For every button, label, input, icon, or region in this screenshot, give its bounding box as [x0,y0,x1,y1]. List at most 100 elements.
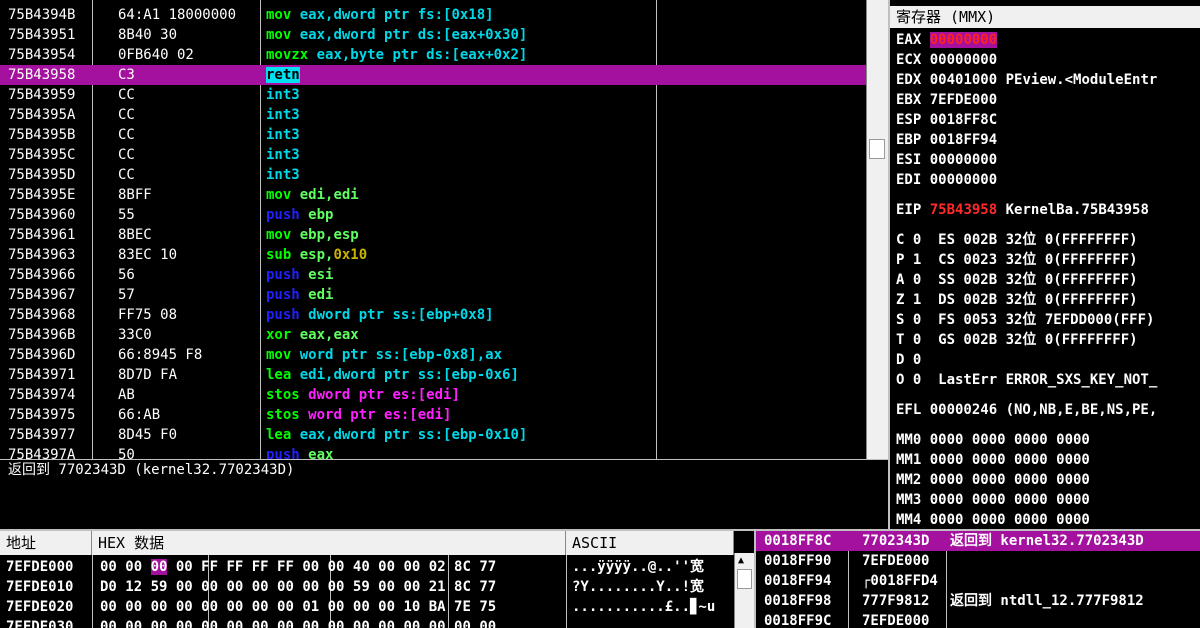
registers-title[interactable]: 寄存器 (MMX) [890,6,1200,28]
stack-value[interactable]: 777F9812 [862,591,929,611]
dump-row[interactable]: 7EFDE000 00 00 00 00 FF FF FF FF 00 00 40… [0,557,734,577]
flag-segment-row[interactable]: C 0 ES 002B 32位 0(FFFFFFFF) [896,230,1138,250]
register-eax[interactable]: EAX 00000000 [896,30,998,50]
register-value[interactable]: 00000000 [930,152,997,168]
register-value[interactable]: 75B43958 [930,202,997,218]
stack-value[interactable]: 7EFDE000 [862,551,929,571]
register-value[interactable]: 0018FF8C [930,112,997,128]
memory-dump-pane[interactable]: 地址 HEX 数据 ASCII 7EFDE000 00 00 00 00 FF F… [0,529,754,628]
disasm-row[interactable]: 75B43954 0FB640 02 movzx eax,byte ptr ds:[… [0,45,866,65]
disasm-row[interactable]: 75B4395B CC int3 [0,125,866,145]
flag-segment-row[interactable]: O 0 LastErr ERROR_SXS_KEY_NOT_ [896,370,1157,390]
register-esp[interactable]: ESP 0018FF8C [896,110,997,130]
register-mmx[interactable]: MM4 0000 0000 0000 0000 [896,510,1090,529]
register-value[interactable]: 00000000 [929,32,998,48]
scrollbar-thumb[interactable] [737,569,752,589]
disasm-row[interactable]: 75B4396B 33C0 xor eax,eax [0,325,866,345]
stack-address[interactable]: 0018FF90 [764,551,831,571]
dump-ascii[interactable]: ?Y........Y..!宽 [572,577,704,597]
flag-segment-row[interactable]: S 0 FS 0053 32位 7EFDD000(FFF) [896,310,1154,330]
dump-header-hex[interactable]: HEX 数据 [92,531,566,555]
disasm-row[interactable]: 75B43959 CC int3 [0,85,866,105]
stack-pane[interactable]: 0018FF8C 7702343D 返回到 kernel32.7702343D 001… [754,529,1200,628]
dump-header-address[interactable]: 地址 [0,531,92,555]
disasm-row[interactable]: 75B43958 C3 retn [0,65,866,85]
scroll-up-icon[interactable]: ▲ [738,555,744,566]
register-mmx[interactable]: MM3 0000 0000 0000 0000 [896,490,1090,510]
disasm-row[interactable]: 75B4397A 50 push eax [0,445,866,459]
flag-segment-row[interactable]: Z 1 DS 002B 32位 0(FFFFFFFF) [896,290,1138,310]
dump-address[interactable]: 7EFDE030 [6,617,73,628]
register-efl[interactable]: EFL 00000246 (NO,NB,E,BE,NS,PE, [896,400,1157,420]
instruction-address[interactable]: 75B43963 [8,245,75,265]
instruction-address[interactable]: 75B43958 [8,65,75,85]
instruction-address[interactable]: 75B43977 [8,425,75,445]
instruction-address[interactable]: 75B4395E [8,185,75,205]
instruction-address[interactable]: 75B43951 [8,25,75,45]
stack-value[interactable]: 7EFDE000 [862,611,929,628]
disasm-row[interactable]: 75B43966 56 push esi [0,265,866,285]
stack-address[interactable]: 0018FF98 [764,591,831,611]
instruction-address[interactable]: 75B43960 [8,205,75,225]
register-edx[interactable]: EDX 00401000 PEview.<ModuleEntr [896,70,1157,90]
flag-segment-row[interactable]: A 0 SS 002B 32位 0(FFFFFFFF) [896,270,1138,290]
dump-ascii[interactable]: ...........£..▊~u [572,597,715,617]
stack-address[interactable]: 0018FF8C [764,531,831,551]
disasm-row[interactable]: 75B4395C CC int3 [0,145,866,165]
register-value[interactable]: 0018FF94 [930,132,997,148]
instruction-address[interactable]: 75B43959 [8,85,75,105]
flag-segment-row[interactable]: T 0 GS 002B 32位 0(FFFFFFFF) [896,330,1138,350]
register-eip[interactable]: EIP 75B43958 KernelBa.75B43958 [896,200,1149,220]
dump-hex-bytes[interactable]: 00 00 00 00 FF FF FF FF 00 00 40 00 00 0… [100,557,496,577]
instruction-address[interactable]: 75B4395B [8,125,75,145]
instruction-address[interactable]: 75B43954 [8,45,75,65]
dump-scrollbar[interactable]: ▲ [734,553,754,628]
stack-row[interactable]: 0018FF90 7EFDE000 [756,551,1200,571]
dump-hex-bytes[interactable]: 00 00 00 00 00 00 00 00 00 00 00 00 00 0… [100,617,496,628]
instruction-address[interactable]: 75B4395D [8,165,75,185]
dump-row[interactable]: 7EFDE030 00 00 00 00 00 00 00 00 00 00 00… [0,617,734,628]
instruction-address[interactable]: 75B43968 [8,305,75,325]
instruction-address[interactable]: 75B4395C [8,145,75,165]
disasm-row[interactable]: 75B4395E 8BFF mov edi,edi [0,185,866,205]
register-ebx[interactable]: EBX 7EFDE000 [896,90,997,110]
instruction-address[interactable]: 75B43974 [8,385,75,405]
stack-value[interactable]: ┌0018FFD4 [862,571,938,591]
register-value[interactable]: 00401000 [930,72,997,88]
disasm-row[interactable]: 75B43975 66:AB stos word ptr es:[edi] [0,405,866,425]
stack-value[interactable]: 7702343D [862,531,929,551]
instruction-address[interactable]: 75B4394B [8,5,75,25]
instruction-address[interactable]: 75B43966 [8,265,75,285]
disasm-row[interactable]: 75B43977 8D45 F0 lea eax,dword ptr ss:[ebp… [0,425,866,445]
disasm-row[interactable]: 75B4395A CC int3 [0,105,866,125]
disasm-row[interactable]: 75B43963 83EC 10 sub esp,0x10 [0,245,866,265]
register-edi[interactable]: EDI 00000000 [896,170,997,190]
disasm-row[interactable]: 75B43967 57 push edi [0,285,866,305]
register-value[interactable]: 00000000 [930,172,997,188]
stack-row[interactable]: 0018FF9C 7EFDE000 [756,611,1200,628]
dump-ascii[interactable]: ...ÿÿÿÿ..@..''宽 [572,557,704,577]
scrollbar-thumb[interactable] [869,139,885,159]
instruction-address[interactable]: 75B43971 [8,365,75,385]
stack-row[interactable]: 0018FF94 ┌0018FFD4 [756,571,1200,591]
stack-address[interactable]: 0018FF9C [764,611,831,628]
instruction-address[interactable]: 75B43975 [8,405,75,425]
disasm-row[interactable]: 75B43961 8BEC mov ebp,esp [0,225,866,245]
dump-hex-bytes[interactable]: D0 12 59 00 00 00 00 00 00 00 59 00 00 2… [100,577,496,597]
dump-address[interactable]: 7EFDE010 [6,577,73,597]
disasm-row[interactable]: 75B43968 FF75 08 push dword ptr ss:[ebp+0x… [0,305,866,325]
dump-hex-bytes[interactable]: 00 00 00 00 00 00 00 00 01 00 00 00 10 B… [100,597,496,617]
disasm-row[interactable]: 75B4394B 64:A1 18000000 mov eax,dword ptr … [0,5,866,25]
instruction-address[interactable]: 75B4397A [8,445,75,459]
dump-ascii[interactable]: ................ [572,617,707,628]
flag-segment-row[interactable]: D 0 [896,350,921,370]
stack-row[interactable]: 0018FF8C 7702343D 返回到 kernel32.7702343D [756,531,1200,551]
disassembly-scrollbar[interactable] [866,0,888,459]
instruction-address[interactable]: 75B4396D [8,345,75,365]
register-esi[interactable]: ESI 00000000 [896,150,997,170]
register-mmx[interactable]: MM1 0000 0000 0000 0000 [896,450,1090,470]
instruction-address[interactable]: 75B4396B [8,325,75,345]
register-value[interactable]: 7EFDE000 [930,92,997,108]
dump-address[interactable]: 7EFDE020 [6,597,73,617]
register-mmx[interactable]: MM2 0000 0000 0000 0000 [896,470,1090,490]
